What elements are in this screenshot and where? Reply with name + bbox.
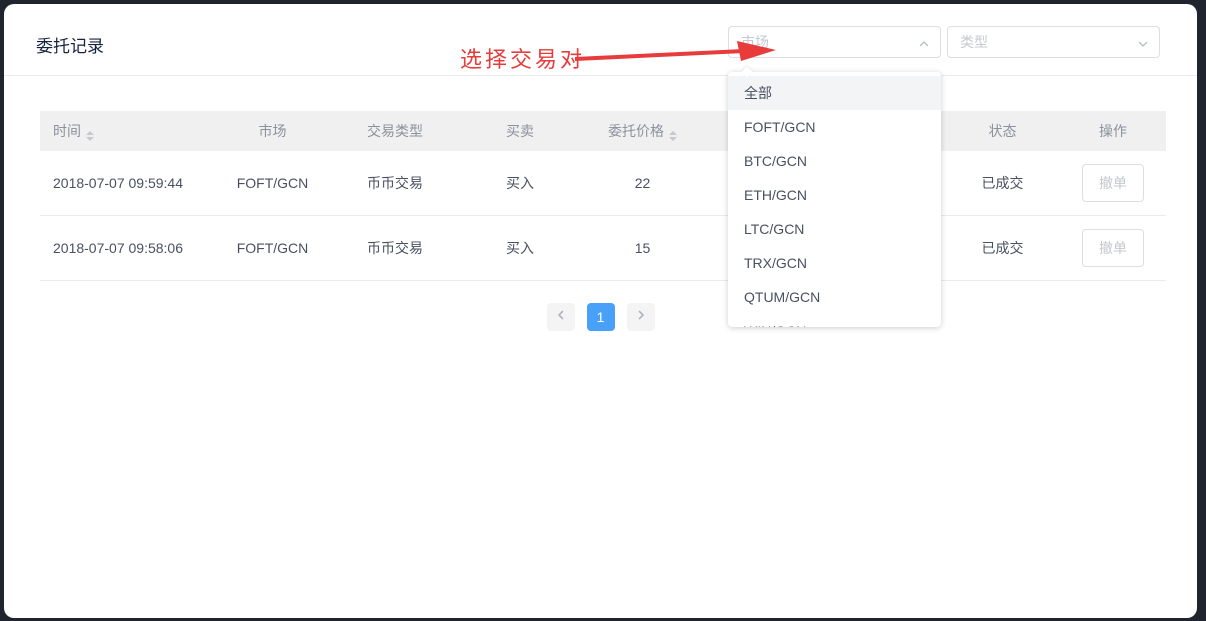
table-row: 2018-07-07 09:58:06 FOFT/GCN 币币交易 买入 15 … bbox=[40, 216, 1166, 281]
cell-side: 买入 bbox=[465, 238, 575, 258]
dropdown-item-btc-gcn[interactable]: BTC/GCN bbox=[728, 144, 941, 178]
cell-price: 15 bbox=[575, 240, 710, 256]
cell-trade-type: 币币交易 bbox=[325, 173, 465, 193]
pagination-page-1[interactable]: 1 bbox=[587, 303, 615, 331]
cell-time: 2018-07-07 09:58:06 bbox=[40, 240, 220, 256]
orders-table: 时间 市场 交易类型 买卖 委托价格 委托数量 状态 操作 2018-07-07… bbox=[40, 111, 1166, 281]
column-header-price: 委托价格 bbox=[575, 121, 710, 141]
chevron-down-icon bbox=[1137, 37, 1149, 53]
sort-icon[interactable] bbox=[669, 131, 677, 141]
cell-price: 22 bbox=[575, 175, 710, 191]
chevron-left-icon bbox=[555, 308, 567, 326]
dropdown-item-eth-gcn[interactable]: ETH/GCN bbox=[728, 178, 941, 212]
type-filter-placeholder: 类型 bbox=[960, 32, 988, 52]
chevron-up-icon bbox=[918, 37, 930, 53]
header-divider bbox=[4, 75, 1197, 76]
cell-time: 2018-07-07 09:59:44 bbox=[40, 175, 220, 191]
cell-action: 撤单 bbox=[1060, 164, 1166, 202]
annotation-arrow-icon bbox=[569, 38, 784, 68]
order-records-panel: 委托记录 市场 类型 选择交易对 时间 市场 交易类型 买卖 委托价格 委托数量… bbox=[4, 4, 1197, 618]
cell-side: 买入 bbox=[465, 173, 575, 193]
dropdown-item-qtum-gcn[interactable]: QTUM/GCN bbox=[728, 280, 941, 314]
table-row: 2018-07-07 09:59:44 FOFT/GCN 币币交易 买入 22 … bbox=[40, 151, 1166, 216]
pagination-prev-button[interactable] bbox=[547, 303, 575, 331]
table-header-row: 时间 市场 交易类型 买卖 委托价格 委托数量 状态 操作 bbox=[40, 111, 1166, 151]
cell-trade-type: 币币交易 bbox=[325, 238, 465, 258]
pagination-next-button[interactable] bbox=[627, 303, 655, 331]
cell-status: 已成交 bbox=[945, 173, 1060, 193]
column-header-side: 买卖 bbox=[465, 121, 575, 141]
dropdown-item-trx-gcn[interactable]: TRX/GCN bbox=[728, 246, 941, 280]
column-header-time: 时间 bbox=[40, 121, 220, 141]
column-header-action: 操作 bbox=[1060, 121, 1166, 141]
column-header-trade-type: 交易类型 bbox=[325, 121, 465, 141]
pagination: 1 bbox=[547, 303, 655, 331]
cell-market: FOFT/GCN bbox=[220, 175, 325, 191]
dropdown-item-ltc-gcn[interactable]: LTC/GCN bbox=[728, 212, 941, 246]
chevron-right-icon bbox=[635, 308, 647, 326]
dropdown-item-all[interactable]: 全部 bbox=[728, 76, 941, 110]
page-title: 委托记录 bbox=[36, 32, 104, 57]
dropdown-item-partial[interactable]: WIN/GCN bbox=[728, 314, 941, 327]
sort-icon[interactable] bbox=[86, 131, 94, 141]
column-header-market: 市场 bbox=[220, 121, 325, 141]
type-filter-select[interactable]: 类型 bbox=[947, 26, 1160, 58]
market-dropdown-menu: 全部 FOFT/GCN BTC/GCN ETH/GCN LTC/GCN TRX/… bbox=[728, 72, 941, 327]
cell-status: 已成交 bbox=[945, 238, 1060, 258]
cancel-order-button[interactable]: 撤单 bbox=[1082, 229, 1144, 267]
cell-market: FOFT/GCN bbox=[220, 240, 325, 256]
dropdown-item-foft-gcn[interactable]: FOFT/GCN bbox=[728, 110, 941, 144]
column-header-status: 状态 bbox=[945, 121, 1060, 141]
cell-action: 撤单 bbox=[1060, 229, 1166, 267]
cancel-order-button[interactable]: 撤单 bbox=[1082, 164, 1144, 202]
annotation-label: 选择交易对 bbox=[460, 42, 585, 74]
